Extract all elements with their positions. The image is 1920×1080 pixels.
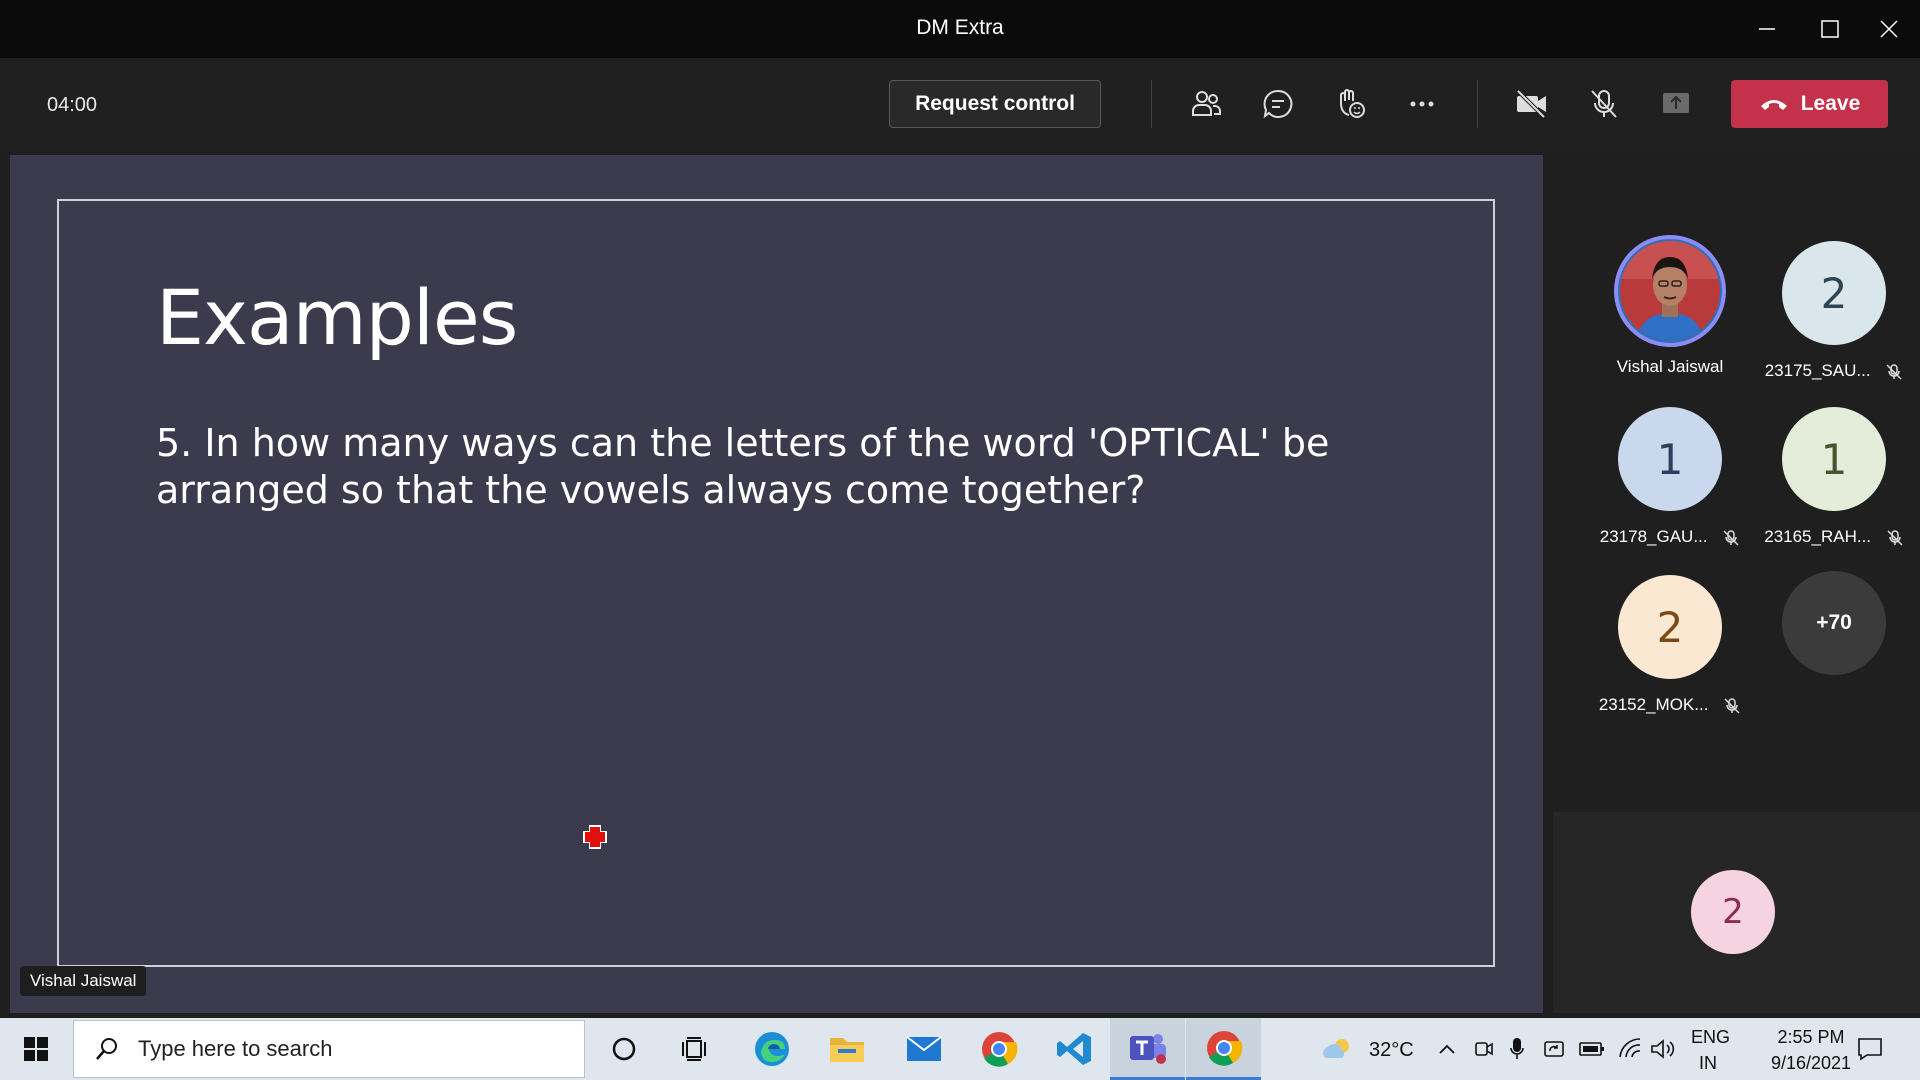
people-icon bbox=[1192, 91, 1221, 116]
taskbar-app-edge[interactable] bbox=[734, 1018, 809, 1080]
chrome-icon bbox=[981, 1032, 1017, 1067]
search-icon bbox=[96, 1038, 117, 1060]
participant-name: 23152_MOK... bbox=[1587, 695, 1753, 715]
participant-tile[interactable]: 2 23175_SAU... bbox=[1751, 241, 1917, 381]
participant-tile[interactable]: 2 23152_MOK... bbox=[1587, 575, 1753, 715]
teams-icon bbox=[1129, 1033, 1166, 1064]
leave-label: Leave bbox=[1800, 92, 1861, 115]
participant-tile[interactable]: 1 23178_GAU... bbox=[1587, 407, 1753, 547]
presenter-name-label: Vishal Jaiswal bbox=[20, 966, 147, 996]
participant-name: 23175_SAU... bbox=[1751, 361, 1917, 381]
window-title: DM Extra bbox=[916, 16, 1004, 39]
minimize-button[interactable] bbox=[1738, 0, 1796, 58]
search-placeholder: Type here to search bbox=[138, 1036, 333, 1061]
edge-browser-icon bbox=[754, 1032, 789, 1066]
taskbar-app-teams[interactable] bbox=[1110, 1018, 1185, 1080]
chrome-icon bbox=[1206, 1030, 1242, 1066]
minimize-icon bbox=[1759, 28, 1775, 30]
taskbar-app-file-explorer[interactable] bbox=[809, 1018, 884, 1080]
participant-name: Vishal Jaiswal bbox=[1616, 357, 1724, 376]
taskbar-app-chrome-active[interactable] bbox=[1186, 1018, 1261, 1080]
close-button[interactable] bbox=[1860, 0, 1918, 58]
hang-up-icon bbox=[1760, 100, 1787, 110]
toolbar-divider bbox=[1151, 80, 1152, 128]
chat-button[interactable] bbox=[1254, 80, 1302, 128]
more-options-button[interactable] bbox=[1398, 80, 1446, 128]
microphone-in-use-icon[interactable] bbox=[1509, 1036, 1525, 1062]
weather-icon[interactable] bbox=[1320, 1036, 1354, 1062]
close-icon bbox=[1880, 20, 1898, 38]
meet-now-icon[interactable] bbox=[1474, 1038, 1494, 1060]
mail-icon bbox=[905, 1036, 942, 1061]
participant-tile[interactable]: 1 23165_RAH... bbox=[1751, 407, 1917, 547]
toolbar-divider bbox=[1477, 80, 1478, 128]
chat-icon bbox=[1263, 89, 1293, 119]
mic-off-icon bbox=[1886, 363, 1902, 380]
language-indicator-line1[interactable]: ENG bbox=[1691, 1027, 1730, 1048]
avatar bbox=[1614, 235, 1726, 347]
avatar: 1 bbox=[1782, 407, 1886, 511]
shared-screen-stage: Examples 5. In how many ways can the let… bbox=[10, 155, 1543, 1013]
start-button[interactable] bbox=[0, 1018, 72, 1080]
avatar: 1 bbox=[1618, 407, 1722, 511]
cortana-icon bbox=[612, 1037, 635, 1061]
taskbar-app-mail[interactable] bbox=[886, 1018, 961, 1080]
avatar: 2 bbox=[1691, 870, 1775, 954]
meeting-timer: 04:00 bbox=[47, 94, 98, 116]
language-indicator-line2[interactable]: IN bbox=[1699, 1053, 1717, 1074]
task-view-icon bbox=[681, 1037, 706, 1061]
windows-logo-icon bbox=[24, 1037, 48, 1061]
weather-temperature[interactable]: 32°C bbox=[1369, 1039, 1414, 1062]
wifi-icon[interactable] bbox=[1618, 1037, 1642, 1059]
window-title-bar: DM Extra bbox=[0, 0, 1920, 58]
avatar: 2 bbox=[1618, 575, 1722, 679]
share-content-button[interactable] bbox=[1652, 80, 1700, 128]
people-button[interactable] bbox=[1182, 80, 1230, 128]
battery-icon[interactable] bbox=[1579, 1040, 1605, 1058]
notifications-icon[interactable] bbox=[1857, 1037, 1883, 1061]
participant-name: 23178_GAU... bbox=[1587, 527, 1753, 547]
maximize-icon bbox=[1821, 20, 1839, 38]
mic-toggle-button[interactable] bbox=[1580, 80, 1628, 128]
slide-body-text: 5. In how many ways can the letters of t… bbox=[156, 421, 1330, 512]
volume-icon[interactable] bbox=[1650, 1038, 1676, 1060]
slide-title: Examples bbox=[156, 273, 518, 362]
vscode-icon bbox=[1056, 1033, 1091, 1065]
update-tray-icon[interactable] bbox=[1543, 1038, 1565, 1060]
leave-button[interactable]: Leave bbox=[1731, 80, 1888, 128]
person-photo-icon bbox=[1620, 241, 1720, 341]
cortana-button[interactable] bbox=[586, 1018, 661, 1080]
avatar: 2 bbox=[1782, 241, 1886, 345]
taskbar-app-chrome[interactable] bbox=[961, 1018, 1036, 1080]
participant-name: 23165_RAH... bbox=[1751, 527, 1917, 547]
taskbar-search-box[interactable]: Type here to search bbox=[73, 1020, 585, 1078]
maximize-button[interactable] bbox=[1801, 0, 1859, 58]
share-tray-icon bbox=[1663, 93, 1689, 113]
laser-pointer-icon bbox=[583, 825, 607, 849]
chevron-up-icon[interactable] bbox=[1438, 1040, 1456, 1058]
task-view-button[interactable] bbox=[658, 1018, 733, 1080]
clock-time[interactable]: 2:55 PM bbox=[1756, 1027, 1866, 1048]
camera-toggle-button[interactable] bbox=[1508, 80, 1556, 128]
request-control-button[interactable]: Request control bbox=[889, 80, 1101, 128]
mic-off-icon bbox=[1591, 90, 1617, 118]
more-participants-tile[interactable]: +70 bbox=[1751, 571, 1917, 675]
mic-off-icon bbox=[1723, 529, 1739, 546]
raise-hand-icon bbox=[1340, 89, 1365, 118]
overflow-count-badge: +70 bbox=[1782, 571, 1886, 675]
taskbar-app-vscode[interactable] bbox=[1036, 1018, 1111, 1080]
mic-off-icon bbox=[1724, 697, 1740, 714]
participant-tile[interactable]: Vishal Jaiswal bbox=[1587, 235, 1753, 377]
mic-off-icon bbox=[1887, 529, 1903, 546]
camera-off-icon bbox=[1516, 89, 1546, 119]
folder-icon bbox=[829, 1038, 864, 1062]
self-preview-tile[interactable]: 2 bbox=[1553, 812, 1920, 1013]
more-icon bbox=[1410, 101, 1434, 107]
windows-taskbar: Type here to search 32°C ENG IN 2:55 PM … bbox=[0, 1018, 1920, 1080]
meeting-toolbar: 04:00 Request control Leave bbox=[0, 58, 1920, 150]
reactions-button[interactable] bbox=[1326, 80, 1374, 128]
